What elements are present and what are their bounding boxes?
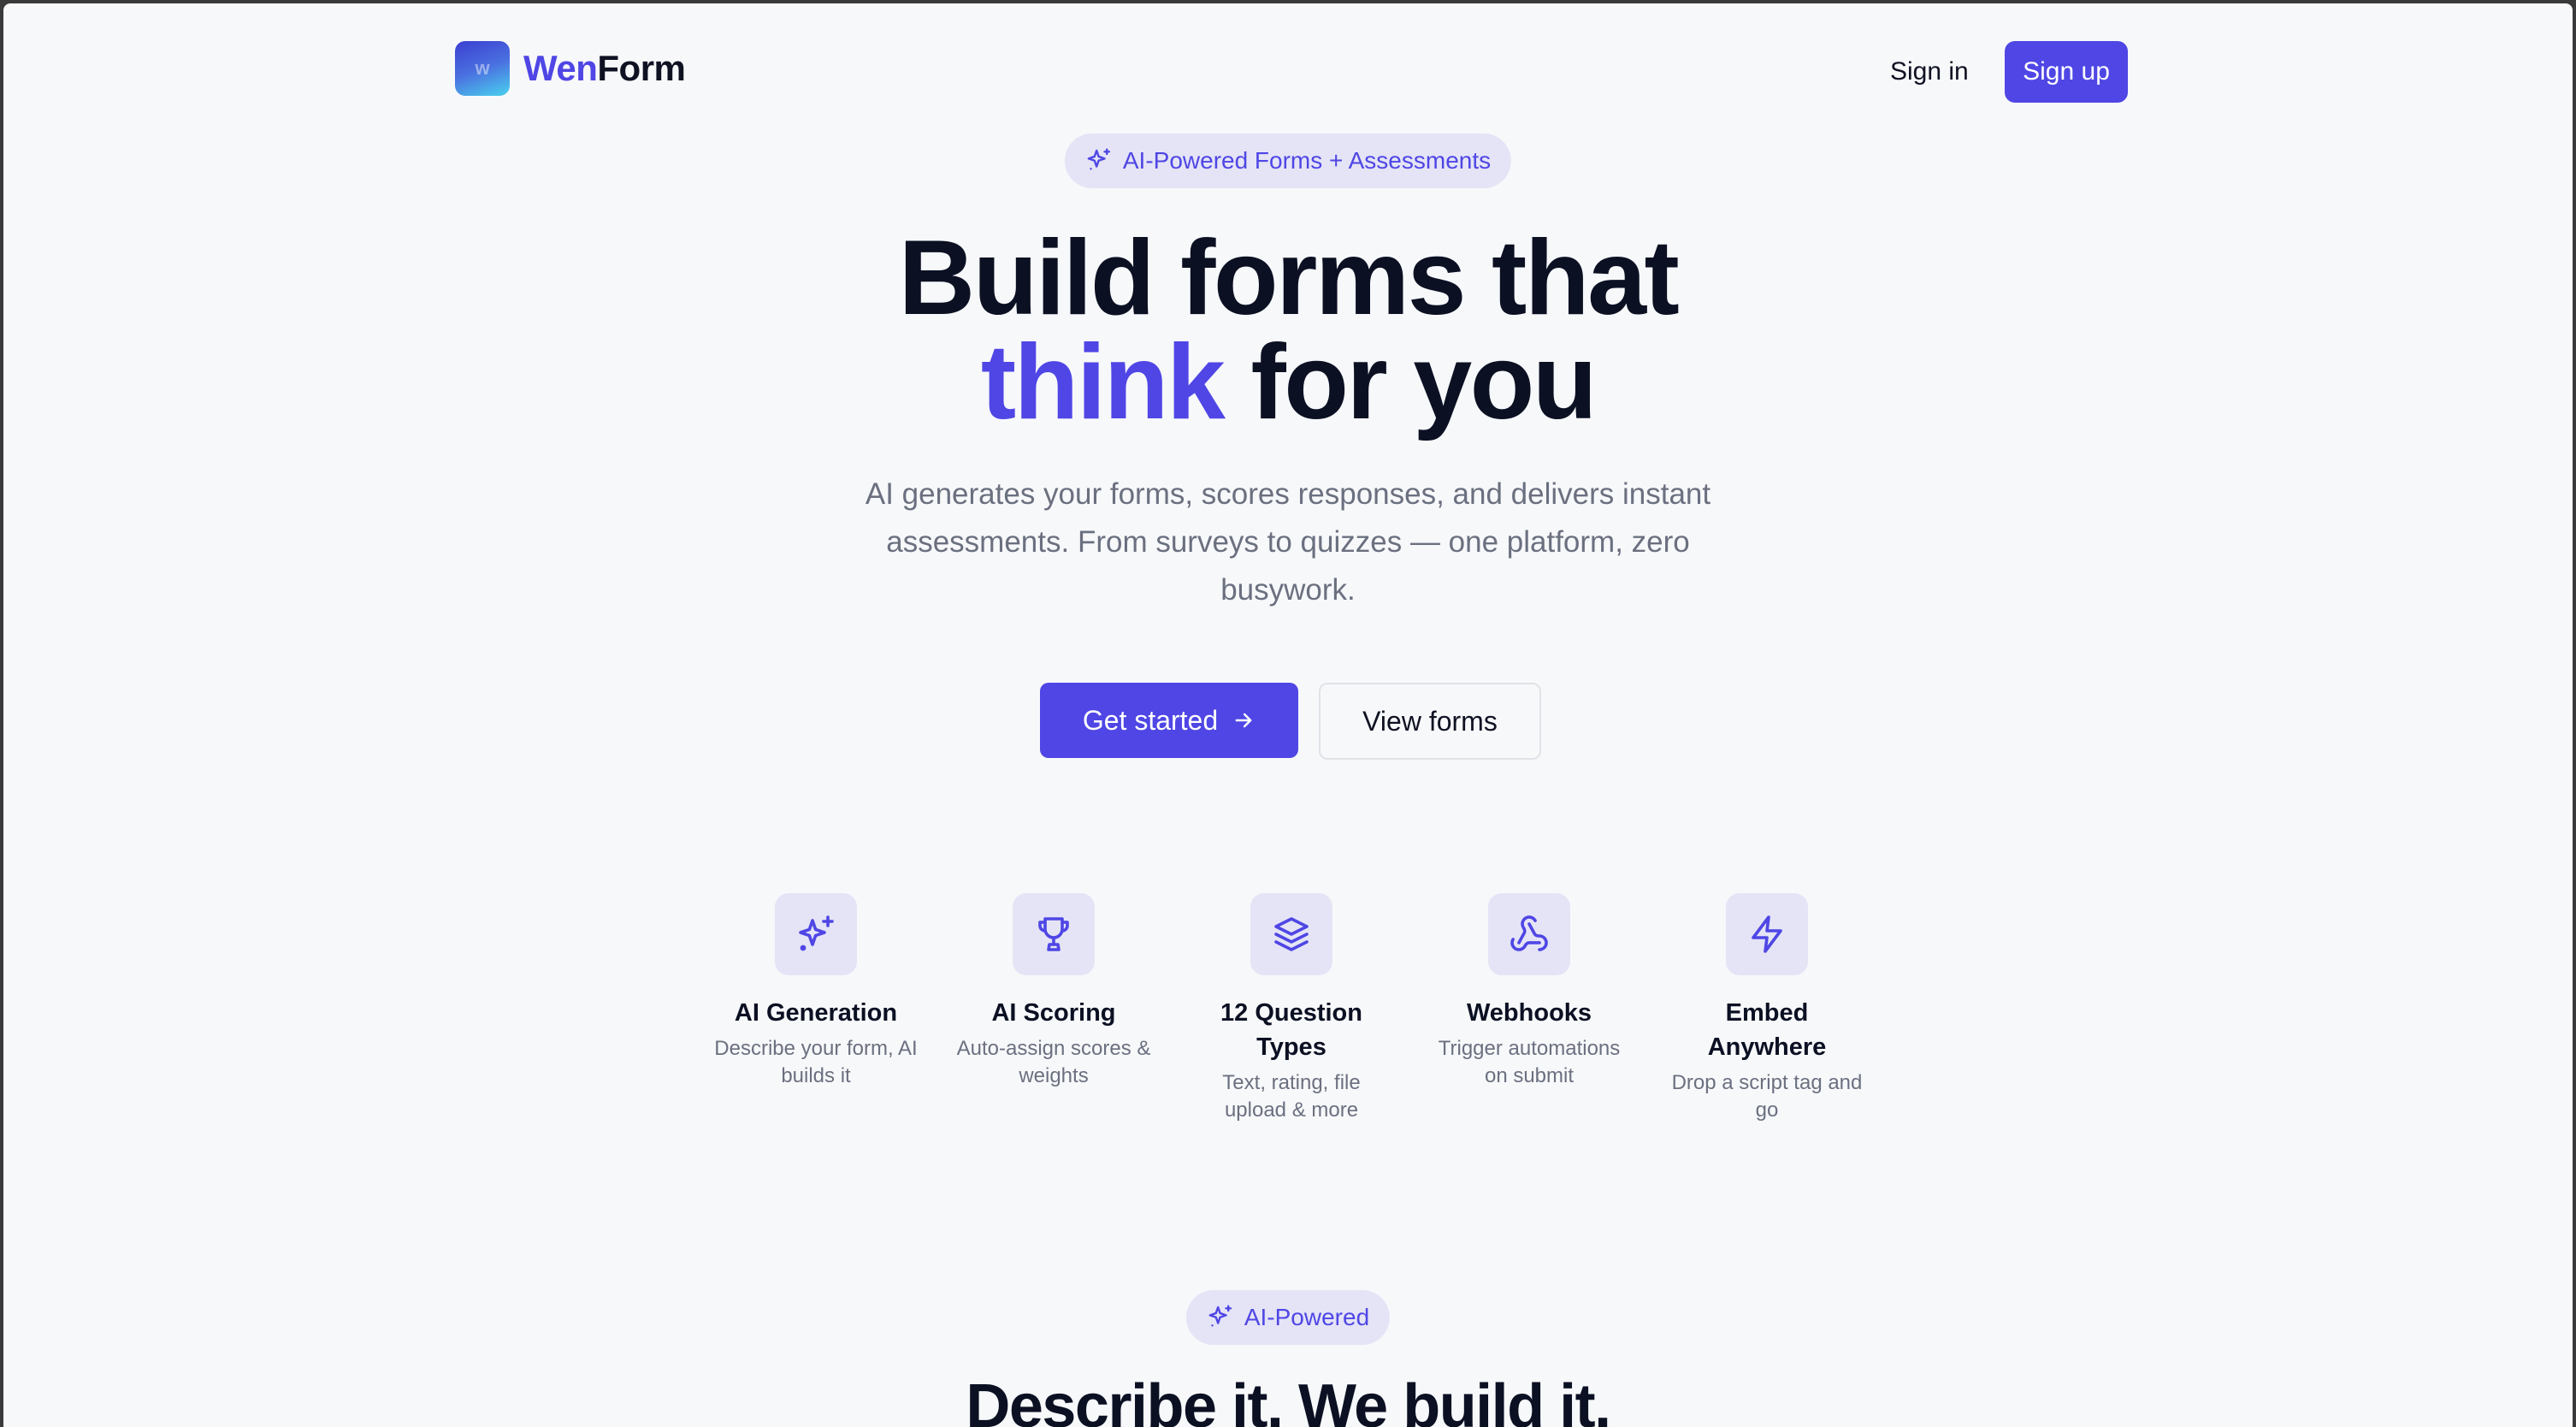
feature-description: Trigger automations on submit [1438,1037,1621,1087]
arrow-right-icon [1235,713,1252,728]
sign-up-button[interactable]: Sign up [2005,41,2128,103]
feature-question-types: 12 Question Types Text, rating, file upl… [1189,893,1394,1124]
feature-title: AI Generation [734,999,898,1027]
lightning-icon [1752,915,1782,953]
browser-viewport: w WenForm Sign in Sign up AI-Powered For… [3,3,2573,1427]
logo-wordmark: WenForm [523,48,686,89]
feature-description: Auto-assign scores & weights [956,1037,1151,1087]
layers-icon [1274,917,1309,951]
logo-mark-letter: w [475,57,490,79]
section-badge-label: AI-Powered [1244,1304,1370,1330]
feature-description: Text, rating, file upload & more [1222,1071,1361,1122]
hero-cta-row: Get started View forms [3,683,2573,760]
feature-icon-box [775,893,857,975]
feature-icon-box [1013,893,1095,975]
logo-mark-icon: w [455,41,510,96]
hero-subtitle: AI generates your forms, scores response… [865,477,1711,607]
section-heading: Describe it. We build it. [966,1372,1611,1427]
sign-in-link[interactable]: Sign in [1878,41,1981,103]
trophy-icon [1038,917,1069,951]
logo-wordmark-rest: Form [597,48,686,88]
hero-title-highlight: think [980,323,1226,441]
feature-icon-box [1250,893,1332,975]
hero-title-line2-rest: for you [1223,323,1597,441]
sparkles-icon [1208,1305,1232,1327]
feature-embed-anywhere: Embed Anywhere Drop a script tag and go [1664,893,1870,1124]
logo[interactable]: w WenForm [455,41,686,96]
logo-wordmark-accent: Wen [523,48,598,88]
feature-webhooks: Webhooks Trigger automations on submit [1427,893,1632,1090]
sparkles-icon [1087,148,1111,170]
feature-title: AI Scoring [991,999,1116,1027]
site-header: w WenForm Sign in Sign up [3,3,2573,140]
hero-badge: AI-Powered Forms + Assessments [1064,133,1512,188]
feature-icon-box [1488,893,1570,975]
feature-ai-scoring: AI Scoring Auto-assign scores & weights [951,893,1156,1090]
sparkles-icon [799,915,834,951]
hero-title-line2: think for you [3,329,2573,435]
get-started-button[interactable]: Get started [1040,683,1298,758]
feature-ai-generation: AI Generation Describe your form, AI bui… [713,893,919,1090]
view-forms-button[interactable]: View forms [1319,683,1541,760]
get-started-label: Get started [1082,704,1219,736]
feature-description: Describe your form, AI builds it [714,1037,918,1087]
feature-description: Drop a script tag and go [1671,1071,1863,1122]
hero-title-line1: Build forms that [898,219,1680,337]
feature-title: Webhooks [1466,999,1592,1027]
feature-title: 12 Question Types [1220,999,1362,1061]
webhook-icon [1510,915,1548,951]
feature-icon-box [1726,893,1808,975]
hero-title: Build forms that think for you [3,219,2573,435]
hero-badge-label: AI-Powered Forms + Assessments [1122,147,1492,174]
feature-title: Embed Anywhere [1707,999,1827,1061]
section-badge: AI-Powered [1185,1290,1391,1345]
